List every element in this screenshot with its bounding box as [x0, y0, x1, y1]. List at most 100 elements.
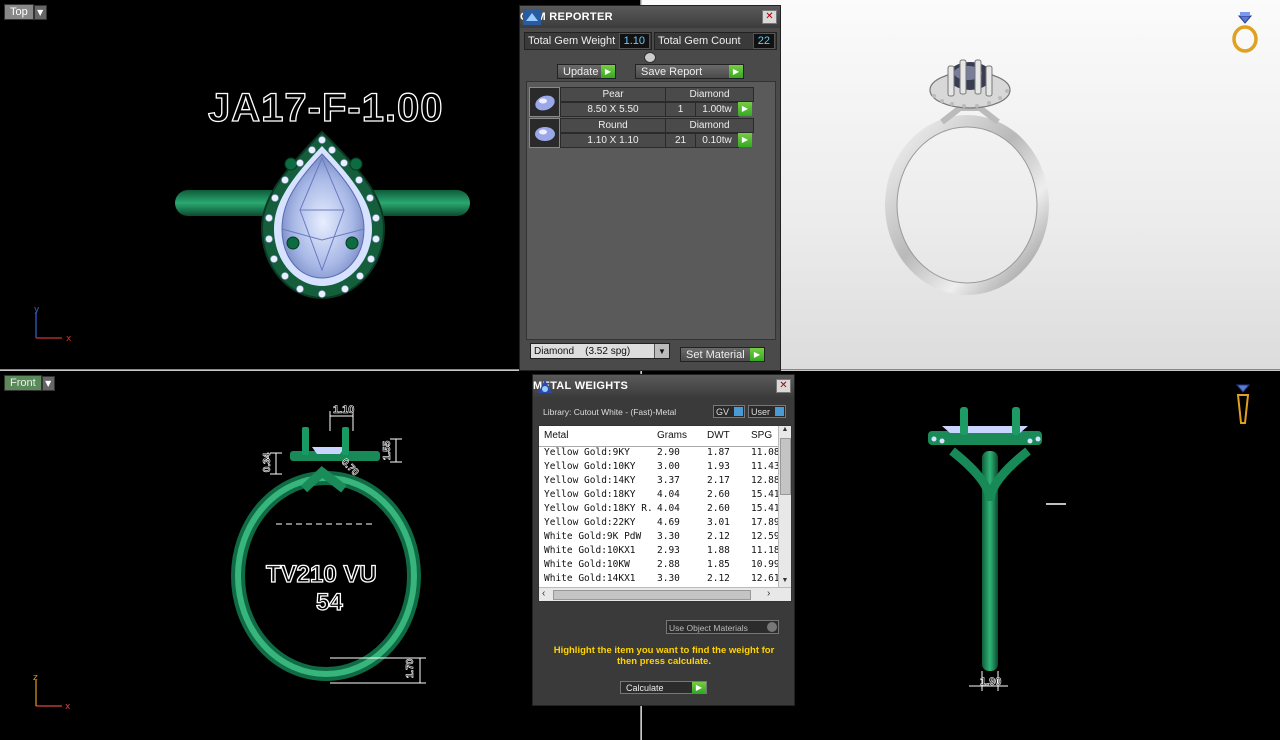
- gv-toggle-label: GV: [716, 407, 730, 417]
- round-gem-icon: [529, 118, 560, 148]
- total-gem-count-value: 22: [752, 33, 775, 49]
- gem-reporter-titlebar[interactable]: GEM REPORTER ✕: [520, 6, 780, 28]
- set-material-button-label: Set Material: [686, 348, 745, 361]
- scrollbar-thumb[interactable]: [780, 438, 791, 495]
- column-header: SPG: [751, 430, 773, 441]
- table-row[interactable]: Yellow Gold:10KY 3.00 1.93 11.43: [539, 461, 779, 475]
- vertical-scrollbar[interactable]: ▲ ▼: [778, 426, 791, 587]
- update-button-label: Update: [563, 65, 599, 78]
- save-report-button[interactable]: Save Report ▶: [635, 64, 744, 79]
- dimension-label: 1.70: [405, 658, 417, 679]
- gem-weight: 1.00tw: [695, 102, 739, 117]
- table-row[interactable]: Yellow Gold:14KY 3.37 2.17 12.88: [539, 475, 779, 489]
- total-gem-weight-value: 1.10: [618, 33, 650, 49]
- svg-text:z: z: [33, 673, 38, 683]
- material-select[interactable]: Diamond (3.52 spg) ▼: [530, 343, 670, 359]
- table-row[interactable]: Yellow Gold:18KY R... 4.04 2.60 15.41: [539, 503, 779, 517]
- metal-weights-titlebar[interactable]: METAL WEIGHTS ✕: [533, 375, 794, 397]
- table-cell: 12.88: [751, 475, 779, 486]
- gem-size: 8.50 X 5.50: [560, 102, 666, 117]
- collapse-handle[interactable]: [644, 52, 656, 63]
- chevron-down-icon[interactable]: ▼: [654, 344, 669, 358]
- metal-weights-dialog[interactable]: METAL WEIGHTS ✕ Library: Cutout White - …: [532, 374, 795, 706]
- play-icon: ▶: [692, 682, 706, 693]
- table-cell: 12.61: [751, 573, 779, 584]
- gv-toggle[interactable]: GV: [713, 405, 745, 418]
- material-select-value: Diamond (3.52 spg): [534, 346, 631, 357]
- table-cell: White Gold:9K PdW: [544, 531, 642, 542]
- use-object-materials-label: Use Object Materials: [669, 623, 748, 633]
- close-icon[interactable]: ✕: [776, 379, 791, 393]
- table-row[interactable]: White Gold:10KW 2.88 1.85 10.99: [539, 559, 779, 573]
- user-toggle[interactable]: User: [748, 405, 786, 418]
- table-cell: 2.60: [707, 503, 730, 514]
- ring-inscription-line1: TV210 VU: [265, 560, 377, 588]
- table-row[interactable]: White Gold:10KX1 2.93 1.88 11.18: [539, 545, 779, 559]
- table-cell: Yellow Gold:9KY: [544, 447, 630, 458]
- table-cell: Yellow Gold:18KY: [544, 489, 636, 500]
- horizontal-scrollbar[interactable]: ‹ ›: [539, 587, 791, 601]
- table-cell: 11.18: [751, 545, 779, 556]
- play-icon: ▶: [601, 65, 615, 78]
- table-cell: 3.30: [657, 573, 680, 584]
- play-icon: ▶: [729, 65, 743, 78]
- gem-reporter-dialog[interactable]: GEM REPORTER ✕ Total Gem Weight 1.10 Tot…: [519, 5, 781, 371]
- table-row[interactable]: Yellow Gold:22KY 4.69 3.01 17.89: [539, 517, 779, 531]
- table-header: Metal Grams DWT SPG: [539, 426, 779, 447]
- gem-material: Diamond: [665, 118, 754, 133]
- scroll-right-icon[interactable]: ›: [767, 588, 770, 599]
- gem-reporter-icon: [523, 9, 541, 25]
- use-object-materials-select[interactable]: Use Object Materials: [666, 620, 779, 634]
- calculate-button-label: Calculate: [626, 682, 664, 693]
- save-report-button-label: Save Report: [641, 65, 703, 78]
- metal-weights-icon: [538, 380, 552, 393]
- table-cell: Yellow Gold:18KY R...: [544, 503, 652, 514]
- close-icon[interactable]: ✕: [762, 10, 777, 24]
- scroll-up-icon[interactable]: ▲: [779, 426, 791, 436]
- total-gem-count-label: Total Gem Count: [658, 35, 741, 47]
- table-row[interactable]: White Gold:9K PdW 3.30 2.12 12.59: [539, 531, 779, 545]
- gem-row[interactable]: Pear Diamond 8.50 X 5.50 1 1.00tw ▶: [529, 87, 754, 117]
- toggle-icon: [767, 622, 777, 632]
- table-cell: 2.60: [707, 489, 730, 500]
- table-row[interactable]: Yellow Gold:9KY 2.90 1.87 11.08: [539, 447, 779, 461]
- gem-weight: 0.10tw: [695, 133, 739, 148]
- table-cell: 3.37: [657, 475, 680, 486]
- table-row[interactable]: Yellow Gold:18KY 4.04 2.60 15.41: [539, 489, 779, 503]
- gem-list[interactable]: Pear Diamond 8.50 X 5.50 1 1.00tw ▶ Roun…: [526, 81, 776, 340]
- table-cell: 2.17: [707, 475, 730, 486]
- toggle-icon: [734, 407, 743, 416]
- dimension-label: 1.90: [980, 676, 1002, 689]
- gem-detail-button[interactable]: ▶: [738, 133, 752, 147]
- metal-weights-table[interactable]: Metal Grams DWT SPG Yellow Gold:9KY 2.90 1…: [538, 425, 792, 602]
- scroll-down-icon[interactable]: ▼: [779, 577, 791, 587]
- total-gem-count-field: Total Gem Count 22: [654, 32, 777, 50]
- table-cell: 3.30: [657, 531, 680, 542]
- table-cell: 17.89: [751, 517, 779, 528]
- gem-detail-button[interactable]: ▶: [738, 102, 752, 116]
- update-button[interactable]: Update ▶: [557, 64, 616, 79]
- calculate-button[interactable]: Calculate ▶: [620, 681, 707, 694]
- table-cell: 2.93: [657, 545, 680, 556]
- scroll-left-icon[interactable]: ‹: [542, 588, 545, 599]
- scrollbar-thumb[interactable]: [553, 590, 751, 600]
- user-toggle-label: User: [751, 407, 771, 417]
- table-row[interactable]: White Gold:14KX1 3.30 2.12 12.61: [539, 573, 779, 587]
- table-cell: 15.41: [751, 489, 779, 500]
- table-cell: 1.88: [707, 545, 730, 556]
- dimension-label: 0.34: [262, 452, 274, 473]
- table-cell: 1.93: [707, 461, 730, 472]
- table-cell: 3.01: [707, 517, 730, 528]
- total-gem-weight-field: Total Gem Weight 1.10: [524, 32, 652, 50]
- table-cell: White Gold:14KX1: [544, 573, 636, 584]
- ring-material-icon[interactable]: [1228, 10, 1262, 54]
- set-material-button[interactable]: Set Material ▶: [680, 347, 765, 362]
- gem-count: 21: [665, 133, 696, 148]
- table-cell: 10.99: [751, 559, 779, 570]
- table-cell: 1.87: [707, 447, 730, 458]
- column-header: DWT: [707, 430, 730, 441]
- total-gem-weight-label: Total Gem Weight: [528, 35, 616, 47]
- gem-row[interactable]: Round Diamond 1.10 X 1.10 21 0.10tw ▶: [529, 118, 754, 148]
- pendant-material-icon[interactable]: [1232, 383, 1254, 429]
- gem-size: 1.10 X 1.10: [560, 133, 666, 148]
